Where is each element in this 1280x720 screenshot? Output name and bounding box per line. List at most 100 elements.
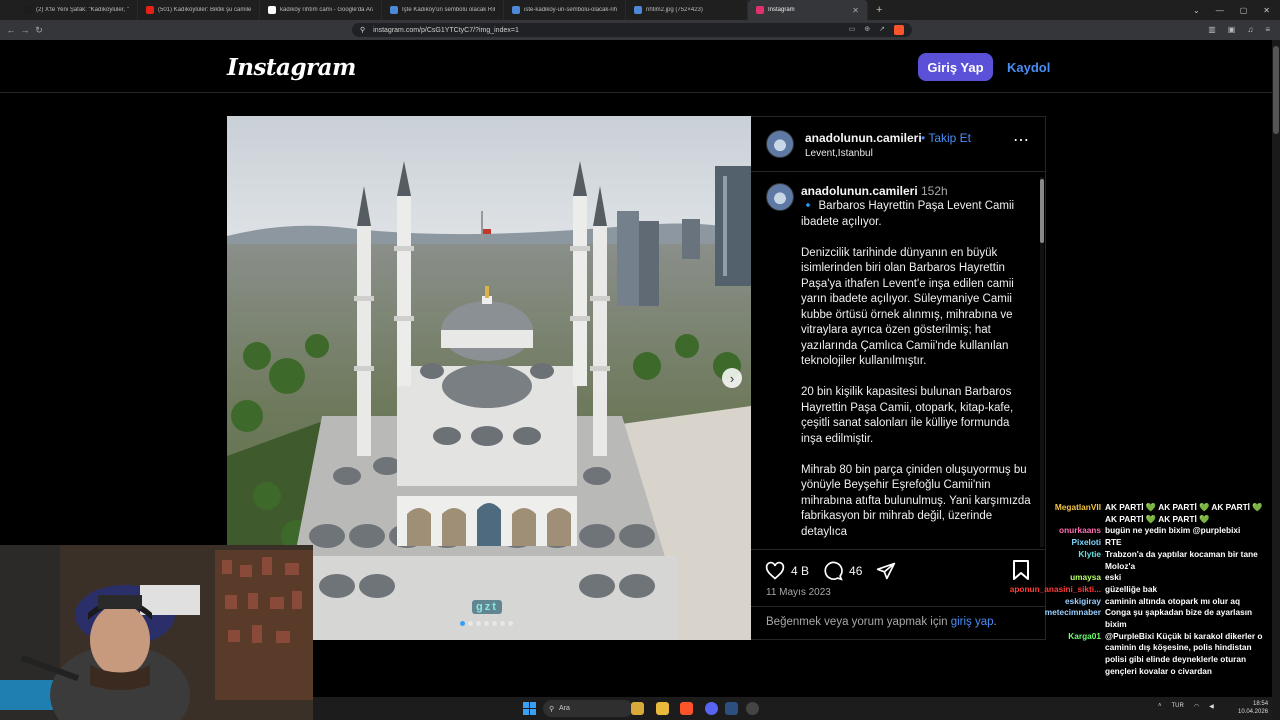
sidebar-icon[interactable]: ▥ — [1208, 25, 1216, 34]
reload-icon[interactable]: ↻ — [32, 25, 46, 36]
minimize-button[interactable]: — — [1216, 6, 1224, 15]
caption-scrollbar-thumb[interactable] — [1040, 179, 1044, 243]
chat-text: Conga şu şapkadan bize de ayarlasın bixi… — [1105, 607, 1253, 630]
obs-icon[interactable] — [746, 702, 759, 715]
browser-tab[interactable]: Instagram ✕ — [748, 0, 868, 20]
chat-text: güzelliğe bak — [1105, 583, 1158, 594]
follow-label: Takip Et — [928, 131, 972, 145]
chat-text: bugün ne yedin bixim @purplebixi — [1105, 525, 1241, 536]
tab-label: İşte Kadıköy'ün sembolü olacak Rıht — [402, 7, 495, 13]
browser-tab[interactable]: kadıköy rıhtım cami - Google'da Ara — [260, 0, 382, 20]
system-clock[interactable]: 18:54 10.04.2026 — [1238, 700, 1268, 716]
back-icon[interactable]: ← — [4, 25, 18, 35]
carousel-dot[interactable] — [460, 621, 465, 626]
brave-browser-icon[interactable] — [680, 702, 693, 715]
share-icon[interactable]: ↗ — [879, 25, 885, 35]
menu-icon[interactable]: ≡ — [1265, 25, 1270, 34]
caption-scrollbar[interactable] — [1040, 177, 1044, 547]
carousel-dot[interactable] — [468, 621, 473, 626]
chat-message: Karga01 @PurpleBixi Küçük bi karakol dike… — [996, 631, 1276, 678]
maximize-button[interactable]: ▢ — [1240, 6, 1248, 15]
language-indicator[interactable]: TUR — [1172, 703, 1184, 710]
browser-tab-bar: (2) X'te Yeni Şafak: "Kadıköylüler, "Rıh… — [0, 0, 1280, 20]
close-window-button[interactable]: ✕ — [1263, 6, 1270, 15]
tray-chevron-icon[interactable]: ˄ — [1158, 703, 1162, 710]
screen: (2) X'te Yeni Şafak: "Kadıköylüler, "Rıh… — [0, 0, 1280, 720]
chat-username: onurkaans — [1059, 525, 1101, 536]
caption-text: 🔹 Barbaros Hayrettin Paşa Levent Camii i… — [801, 200, 1031, 538]
close-tab-icon[interactable]: ✕ — [852, 6, 859, 15]
instagram-header: Instagram Giriş Yap Kaydol — [0, 40, 1272, 93]
comment-icon[interactable] — [823, 561, 843, 581]
post-location[interactable]: Levent,Istanbul — [805, 148, 873, 159]
chat-message: MegatlanVII AK PARTİ 💚 AK PARTİ 💚 AK PART… — [996, 502, 1276, 525]
share-icon[interactable] — [876, 561, 896, 581]
app-icon-game[interactable] — [631, 702, 644, 715]
chat-username: umaysa — [1070, 572, 1101, 583]
browser-tab[interactable]: (2) X'te Yeni Şafak: "Kadıköylüler, "Rıh — [16, 0, 138, 20]
chat-message: aponun_anasini_sikti... güzelliğe bak — [996, 584, 1276, 596]
music-icon[interactable]: ♫ — [1247, 25, 1253, 34]
comments-count: 46 — [849, 564, 863, 578]
windows-taskbar: ⚲ Ara ˄ TUR ◠ ◀ 18:54 10.04.2026 — [313, 697, 1272, 720]
next-image-button[interactable]: › — [722, 368, 742, 388]
carousel-dot[interactable] — [500, 621, 505, 626]
follow-button[interactable]: • Takip Et — [921, 131, 971, 145]
instagram-logo[interactable]: Instagram — [227, 54, 356, 81]
browser-tab[interactable]: İşte Kadıköy'ün sembolü olacak Rıht — [382, 0, 504, 20]
chat-text: RTE — [1105, 537, 1122, 548]
carousel-dot[interactable] — [476, 621, 481, 626]
new-tab-button[interactable]: + — [868, 4, 890, 16]
chat-username: eskigiray — [1065, 595, 1101, 606]
chat-username: aponun_anasini_sikti... — [1009, 583, 1101, 594]
post-header: anadolunun.camileri • Takip Et Levent,Is… — [751, 117, 1046, 172]
brave-shield-icon[interactable] — [894, 25, 904, 35]
more-options-icon[interactable]: ⋯ — [1013, 130, 1030, 150]
forward-icon[interactable]: → — [18, 25, 32, 35]
webcam-overlay — [0, 545, 313, 720]
signup-link[interactable]: Kaydol — [1007, 60, 1050, 75]
tab-favicon-icon — [24, 6, 32, 14]
chat-message: umaysa eski — [996, 572, 1276, 584]
carousel-dot[interactable] — [492, 621, 497, 626]
steam-icon[interactable] — [725, 702, 738, 715]
carousel-dot[interactable] — [508, 621, 513, 626]
tab-favicon-icon — [634, 6, 642, 14]
browser-tab[interactable]: rihtim2.jpg (752×423) — [626, 0, 748, 20]
taskbar-search[interactable]: ⚲ Ara — [543, 700, 633, 717]
browser-tab[interactable]: (501) Kadıköylüler: Biktik şu camilerd — [138, 0, 260, 20]
tab-label: (501) Kadıköylüler: Biktik şu camilerd — [158, 7, 251, 13]
caption-avatar[interactable] — [766, 183, 794, 211]
windows-start-icon[interactable] — [523, 702, 536, 715]
chat-username: metecimnaber — [1044, 607, 1101, 618]
chat-username: Karga01 — [1068, 630, 1101, 641]
address-bar[interactable]: ⚲ instagram.com/p/CsG1YTCtyC7/?img_index… — [352, 23, 912, 37]
zoom-icon[interactable]: ⊕ — [864, 25, 870, 35]
likes-count: 4 B — [791, 564, 810, 578]
cast-icon[interactable]: ▭ — [849, 25, 856, 35]
heart-icon[interactable] — [765, 561, 785, 581]
page-scrollbar-thumb[interactable] — [1273, 46, 1279, 134]
tab-label: (2) X'te Yeni Şafak: "Kadıköylüler, "Rıh — [36, 7, 129, 13]
wallet-icon[interactable]: ▣ — [1228, 25, 1236, 34]
tab-favicon-icon — [390, 6, 398, 14]
wifi-icon[interactable]: ◠ — [1194, 703, 1199, 710]
tab-favicon-icon — [146, 6, 154, 14]
carousel-dot[interactable] — [484, 621, 489, 626]
login-link[interactable]: giriş yap — [951, 616, 994, 628]
site-info-icon[interactable]: ⚲ — [360, 26, 365, 34]
volume-icon[interactable]: ◀ — [1209, 703, 1214, 710]
post-username[interactable]: anadolunun.camileri — [805, 131, 922, 145]
caption-time: 152h — [921, 184, 948, 198]
tab-search-icon[interactable]: ⌄ — [1193, 6, 1200, 15]
avatar[interactable] — [766, 130, 794, 158]
file-explorer-icon[interactable] — [656, 702, 669, 715]
browser-toolbar: ← → ↻ ⚲ instagram.com/p/CsG1YTCtyC7/?img… — [0, 20, 1280, 40]
clock-date: 10.04.2026 — [1238, 709, 1269, 715]
discord-icon[interactable] — [705, 702, 718, 715]
streamer-webcam — [0, 545, 313, 720]
browser-tab[interactable]: iste-kadikoy-un-sembolu-olacak-rih — [504, 0, 626, 20]
toolbar-right-icons: ▥ ▣ ♫ ≡ — [1208, 25, 1270, 34]
login-button[interactable]: Giriş Yap — [918, 53, 993, 81]
caption-username[interactable]: anadolunun.camileri — [801, 184, 918, 198]
